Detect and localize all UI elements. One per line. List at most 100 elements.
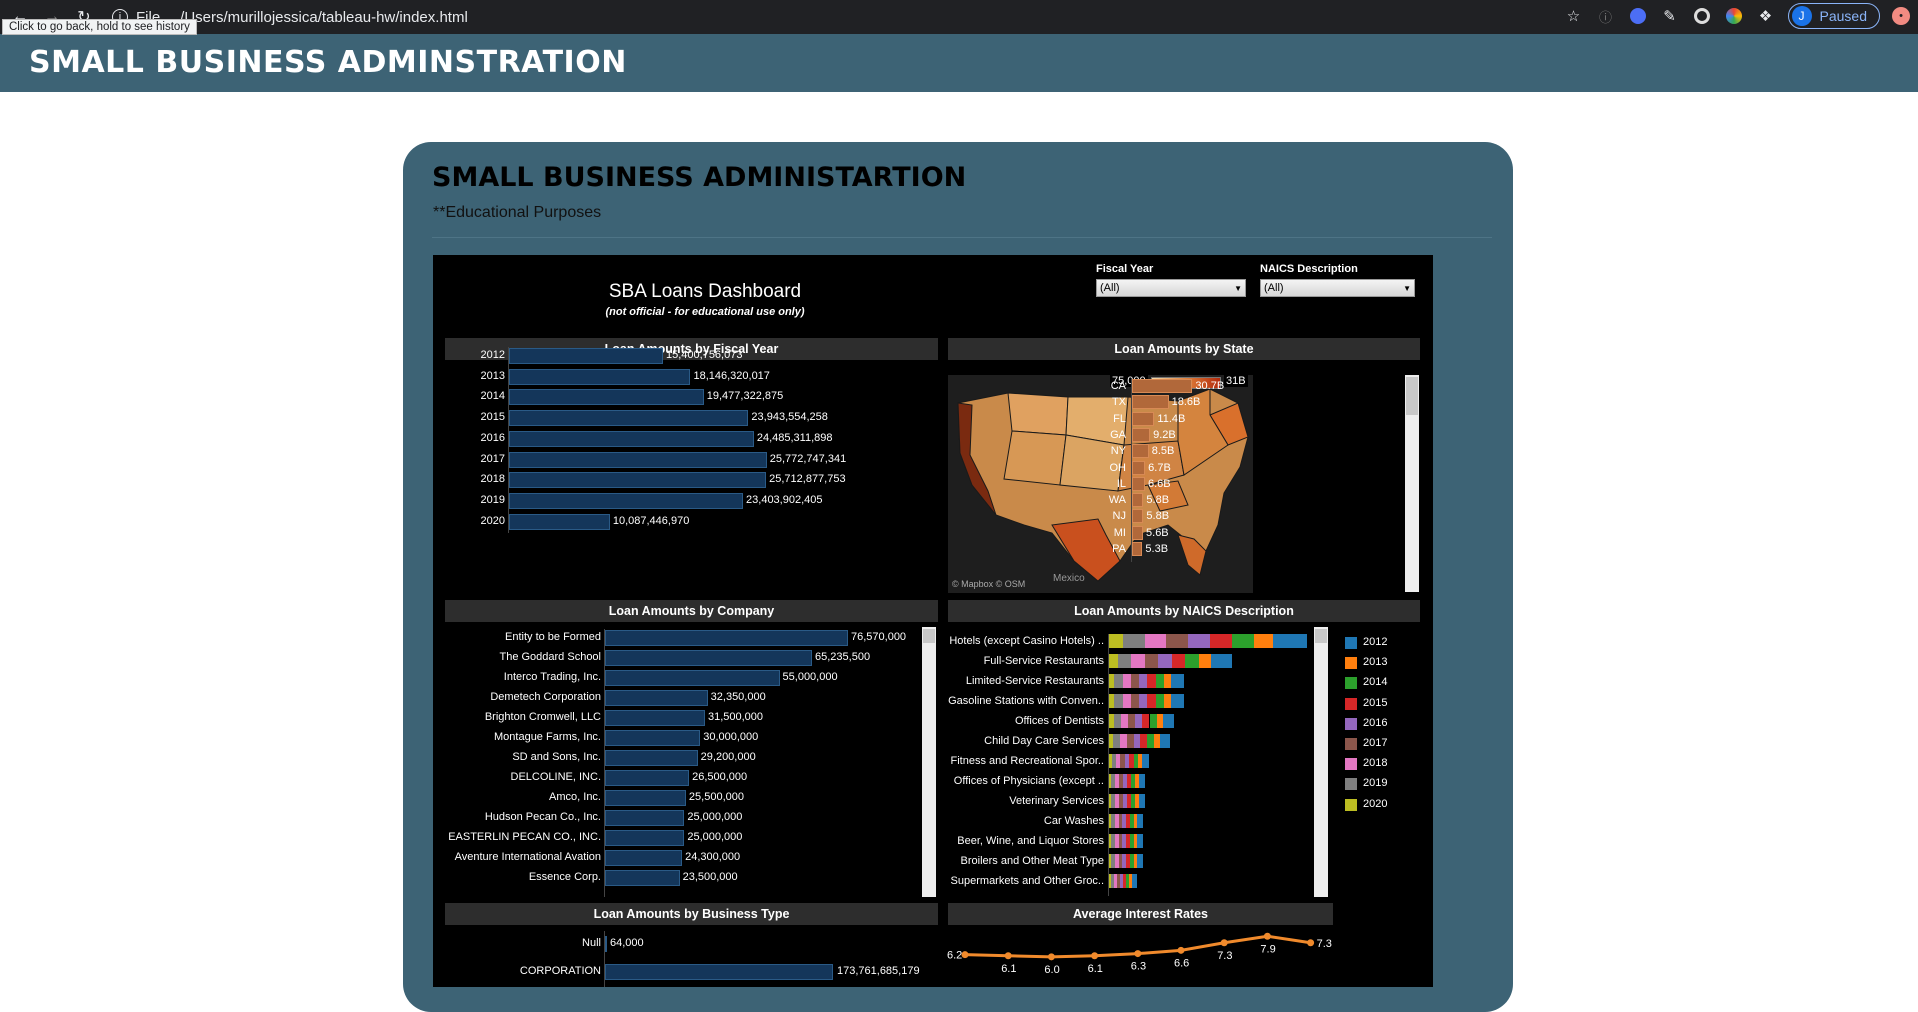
bar-segment[interactable] (1147, 734, 1154, 748)
interest-point[interactable] (1004, 952, 1012, 960)
bar-segment[interactable] (1136, 814, 1143, 828)
bar[interactable] (1132, 460, 1146, 475)
bar-segment[interactable] (1188, 634, 1210, 648)
bar[interactable] (1132, 427, 1151, 442)
bar-segment[interactable] (1136, 854, 1143, 868)
bar[interactable] (605, 810, 685, 826)
bar-segment[interactable] (1131, 654, 1145, 668)
bar-segment[interactable] (1126, 734, 1134, 748)
bar[interactable] (1132, 525, 1144, 540)
bar[interactable] (509, 410, 749, 427)
bar-segment[interactable] (1114, 694, 1123, 708)
bar-segment[interactable] (1120, 734, 1127, 748)
bar-segment[interactable] (1273, 634, 1307, 648)
bar-segment[interactable] (1109, 634, 1123, 648)
bar-segment[interactable] (1122, 694, 1131, 708)
legend-swatch[interactable] (1345, 758, 1357, 771)
bar-segment[interactable] (1130, 694, 1140, 708)
bar[interactable] (509, 430, 754, 447)
bar-segment[interactable] (1158, 654, 1172, 668)
state-scrollbar[interactable] (1405, 375, 1419, 592)
interest-point[interactable] (1091, 952, 1099, 960)
bar[interactable] (509, 348, 663, 364)
bar[interactable] (605, 750, 698, 766)
bar[interactable] (1132, 542, 1143, 556)
bar[interactable] (1132, 476, 1145, 491)
puzzle-icon[interactable]: ❖ (1756, 6, 1776, 26)
legend-swatch[interactable] (1345, 637, 1357, 649)
bar-segment[interactable] (1127, 714, 1136, 728)
bar[interactable] (509, 389, 704, 406)
interest-point[interactable] (1177, 946, 1185, 954)
bar-segment[interactable] (1144, 654, 1159, 668)
bar-segment[interactable] (1141, 754, 1149, 768)
bar[interactable] (605, 650, 813, 666)
bar-segment[interactable] (1209, 634, 1232, 648)
interest-point[interactable] (961, 951, 969, 959)
legend-swatch[interactable] (1345, 657, 1357, 670)
bar-segment[interactable] (1140, 734, 1148, 748)
interest-point[interactable] (1263, 932, 1271, 940)
bar-segment[interactable] (1147, 694, 1156, 708)
legend-swatch[interactable] (1345, 798, 1357, 811)
bar-segment[interactable] (1159, 734, 1171, 748)
interest-point[interactable] (1307, 939, 1315, 947)
bar-segment[interactable] (1144, 634, 1167, 648)
bar[interactable] (1132, 444, 1149, 459)
extension-blue-icon[interactable] (1628, 6, 1648, 26)
bar[interactable] (605, 630, 848, 646)
extension-info-icon[interactable]: ⓘ (1596, 6, 1616, 26)
interest-point[interactable] (1134, 950, 1142, 958)
bar[interactable] (605, 850, 683, 866)
naics-select[interactable]: (All) ▼ (1260, 279, 1415, 297)
bar-segment[interactable] (1117, 654, 1132, 668)
bar-segment[interactable] (1171, 654, 1186, 668)
scroll-thumb[interactable] (1315, 629, 1327, 643)
bar-segment[interactable] (1163, 674, 1172, 688)
bar[interactable] (605, 870, 680, 886)
url-text[interactable]: /Users/murillojessica/tableau-hw/index.h… (180, 9, 468, 26)
bar[interactable] (605, 670, 780, 686)
bar-segment[interactable] (1139, 694, 1148, 708)
legend-swatch[interactable] (1345, 778, 1357, 791)
bar[interactable] (605, 964, 833, 980)
bar[interactable] (605, 710, 705, 726)
profile-button[interactable]: J Paused (1787, 3, 1880, 29)
bar[interactable] (509, 492, 744, 509)
bar[interactable] (1132, 411, 1155, 426)
legend-swatch[interactable] (1345, 677, 1357, 690)
bar[interactable] (1132, 379, 1193, 393)
bar-segment[interactable] (1132, 874, 1137, 888)
bar-segment[interactable] (1136, 834, 1143, 848)
legend-swatch[interactable] (1345, 697, 1357, 710)
bar[interactable] (605, 936, 607, 952)
bar-segment[interactable] (1122, 634, 1145, 648)
bar-segment[interactable] (1163, 694, 1172, 708)
legend-swatch[interactable] (1345, 738, 1357, 750)
bar-segment[interactable] (1130, 674, 1140, 688)
bar-segment[interactable] (1138, 794, 1145, 808)
bar[interactable] (605, 830, 685, 846)
bar-segment[interactable] (1120, 714, 1128, 728)
scroll-thumb[interactable] (923, 629, 935, 643)
bar-segment[interactable] (1133, 734, 1141, 748)
bar-segment[interactable] (1138, 774, 1145, 788)
bar[interactable] (605, 790, 686, 806)
bar-segment[interactable] (1171, 674, 1185, 688)
bar[interactable] (1132, 493, 1144, 508)
interest-point[interactable] (1047, 953, 1055, 961)
scroll-thumb[interactable] (1406, 377, 1418, 415)
bar[interactable] (605, 770, 690, 786)
extension-pen-icon[interactable]: ✎ (1660, 6, 1680, 26)
bookmark-star-icon[interactable]: ☆ (1564, 6, 1584, 26)
naics-scrollbar[interactable] (1314, 627, 1328, 897)
update-icon[interactable]: • (1892, 7, 1910, 25)
bar[interactable] (509, 451, 767, 468)
bar[interactable] (1132, 395, 1169, 410)
bar-segment[interactable] (1149, 714, 1157, 728)
bar-segment[interactable] (1114, 674, 1123, 688)
bar-segment[interactable] (1231, 634, 1254, 648)
bar-segment[interactable] (1163, 714, 1175, 728)
bar-segment[interactable] (1155, 694, 1164, 708)
bar-segment[interactable] (1147, 674, 1156, 688)
